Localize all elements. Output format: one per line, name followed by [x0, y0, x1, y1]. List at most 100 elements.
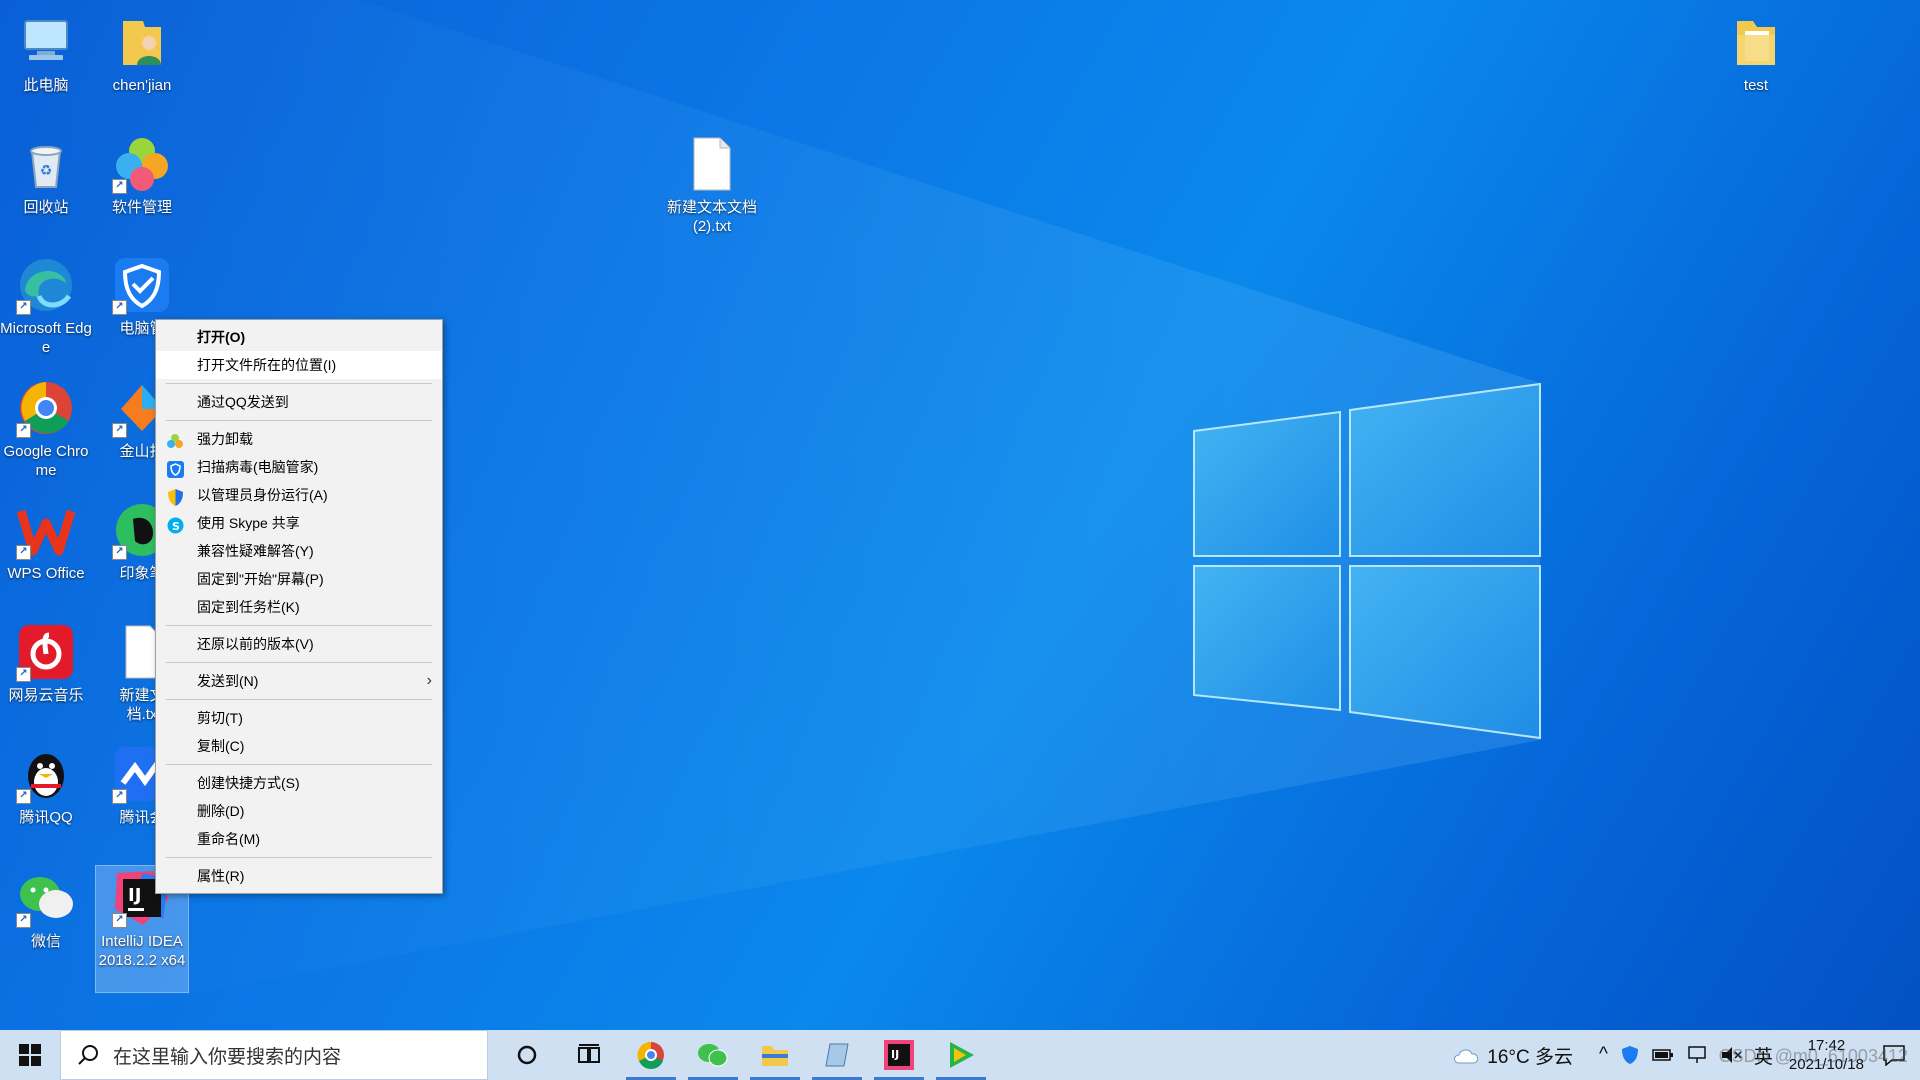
menu-item-label: 打开文件所在的位置(I): [197, 357, 337, 373]
menu-item[interactable]: 以管理员身份运行(A): [156, 481, 442, 509]
menu-item[interactable]: 强力卸载: [156, 425, 442, 453]
tencent-pc-manager-icon: ↗: [110, 253, 174, 317]
uninstall-icon: [167, 431, 184, 448]
software-manager-icon: ↗: [110, 132, 174, 196]
menu-item[interactable]: 剪切(T): [156, 704, 442, 732]
desktop-icon-chrome[interactable]: ↗ Google Chrome: [0, 376, 92, 480]
admin-shield-icon: [167, 487, 184, 506]
menu-item-label: 兼容性疑难解答(Y): [197, 543, 314, 559]
taskbar-file-explorer[interactable]: [744, 1030, 806, 1080]
windows-start-icon: [19, 1044, 41, 1066]
intellij-icon: IJ: [884, 1040, 914, 1070]
taskbar-notepad[interactable]: [806, 1030, 868, 1080]
desktop[interactable]: 此电脑 ♻ 回收站 ↗ Microsoft Edge ↗ Google Chro…: [0, 0, 1920, 1030]
menu-item[interactable]: 删除(D): [156, 797, 442, 825]
context-menu: 打开(O) 打开文件所在的位置(I) 通过QQ发送到强力卸载扫描病毒(电脑管家) 以管…: [155, 319, 443, 894]
menu-item-label: 固定到"开始"屏幕(P): [197, 571, 324, 587]
desktop-icon-wechat[interactable]: ↗ 微信: [0, 866, 92, 951]
menu-item[interactable]: 兼容性疑难解答(Y): [156, 537, 442, 565]
menu-item[interactable]: 复制(C): [156, 732, 442, 760]
desktop-icon-recycle-bin[interactable]: ♻ 回收站: [0, 132, 92, 217]
menu-separator: [166, 420, 432, 421]
task-view-button[interactable]: [558, 1030, 620, 1080]
icon-label: 新建文本文档 (2).txt: [666, 199, 757, 235]
taskbar-search-box[interactable]: 在这里输入你要搜索的内容: [60, 1030, 488, 1080]
menu-item[interactable]: 创建快捷方式(S): [156, 769, 442, 797]
taskbar-intellij[interactable]: IJ: [868, 1030, 930, 1080]
menu-item-label: 通过QQ发送到: [197, 394, 289, 410]
pc-manager-shield-icon[interactable]: [1620, 1045, 1640, 1065]
menu-item-label: 扫描病毒(电脑管家): [197, 459, 319, 475]
menu-item[interactable]: 通过QQ发送到: [156, 388, 442, 416]
network-icon[interactable]: [1686, 1045, 1708, 1065]
desktop-icon-netease-music[interactable]: ↗ 网易云音乐: [0, 620, 92, 705]
pc-manager-shield-icon: [167, 459, 184, 478]
battery-icon[interactable]: [1652, 1048, 1674, 1062]
menu-separator: [166, 662, 432, 663]
desktop-icon-software-manager[interactable]: ↗ 软件管理: [96, 132, 188, 217]
desktop-icon-qq[interactable]: ↗ 腾讯QQ: [0, 742, 92, 827]
chevron-right-icon: ›: [426, 672, 432, 689]
menu-item-label: 复制(C): [197, 738, 245, 754]
icon-label: 腾讯QQ: [19, 809, 73, 826]
wps-icon: ↗: [14, 498, 78, 562]
start-button[interactable]: [0, 1030, 60, 1080]
menu-item-label: 使用 Skype 共享: [197, 515, 300, 531]
icon-label: test: [1743, 77, 1769, 94]
menu-item-label: 删除(D): [197, 803, 245, 819]
desktop-icon-test-folder[interactable]: test: [1710, 10, 1802, 95]
menu-item-label: 打开(O): [197, 329, 246, 345]
taskbar: 在这里输入你要搜索的内容 IJ 16°C 多云 ^ 英 17:42 2021/1…: [0, 1030, 1920, 1080]
menu-separator: [166, 857, 432, 858]
menu-item-label: 还原以前的版本(V): [197, 636, 314, 652]
taskbar-chrome[interactable]: [620, 1030, 682, 1080]
menu-item[interactable]: 扫描病毒(电脑管家): [156, 453, 442, 481]
menu-item-label: 属性(R): [197, 868, 245, 884]
menu-item[interactable]: 固定到"开始"屏幕(P): [156, 565, 442, 593]
menu-item-label: 重命名(M): [197, 831, 260, 847]
menu-item-label: 剪切(T): [197, 710, 243, 726]
computer-icon: [14, 10, 78, 74]
menu-separator: [166, 699, 432, 700]
menu-item[interactable]: S 使用 Skype 共享: [156, 509, 442, 537]
skype-icon: S: [167, 515, 184, 534]
desktop-icon-this-pc[interactable]: 此电脑: [0, 10, 92, 95]
menu-item-label: 发送到(N): [197, 673, 259, 689]
menu-item[interactable]: 重命名(M): [156, 825, 442, 853]
svg-text:IJ: IJ: [128, 885, 141, 906]
folder-icon: [1724, 10, 1788, 74]
menu-item[interactable]: 发送到(N) ›: [156, 667, 442, 695]
cortana-button[interactable]: [496, 1030, 558, 1080]
menu-item[interactable]: 还原以前的版本(V): [156, 630, 442, 658]
desktop-icon-new-text-doc-2[interactable]: 新建文本文档 (2).txt: [666, 132, 758, 236]
icon-label: 此电脑: [23, 77, 69, 94]
icon-label: 回收站: [23, 199, 69, 216]
weather-text[interactable]: 16°C 多云: [1487, 1042, 1573, 1069]
desktop-icon-user-folder[interactable]: chen'jian: [96, 10, 188, 95]
menu-item[interactable]: 打开(O): [156, 323, 442, 351]
menu-item[interactable]: 固定到任务栏(K): [156, 593, 442, 621]
menu-item[interactable]: 打开文件所在的位置(I): [156, 351, 442, 379]
desktop-icon-edge[interactable]: ↗ Microsoft Edge: [0, 253, 92, 357]
user-folder-icon: [110, 10, 174, 74]
icon-label: WPS Office: [7, 565, 85, 582]
menu-separator: [166, 625, 432, 626]
taskbar-media-player[interactable]: [930, 1030, 992, 1080]
icon-label: Microsoft Edge: [0, 320, 92, 356]
menu-item-label: 以管理员身份运行(A): [197, 487, 328, 503]
menu-separator: [166, 764, 432, 765]
chrome-icon: [637, 1041, 664, 1069]
wechat-icon: [698, 1044, 728, 1067]
desktop-icon-wps[interactable]: ↗ WPS Office: [0, 498, 92, 583]
chrome-icon: ↗: [14, 376, 78, 440]
notepad-icon: [825, 1043, 849, 1067]
recycle-bin-icon: ♻: [14, 132, 78, 196]
menu-item-label: 创建快捷方式(S): [197, 775, 300, 791]
menu-item[interactable]: 属性(R): [156, 862, 442, 890]
taskbar-wechat[interactable]: [682, 1030, 744, 1080]
watermark: CSDN @m0_61003412: [1718, 1046, 1908, 1066]
netease-music-icon: ↗: [14, 620, 78, 684]
search-icon: [78, 1045, 98, 1065]
chevron-up-icon[interactable]: ^: [1599, 1044, 1608, 1066]
qq-icon: ↗: [14, 742, 78, 806]
